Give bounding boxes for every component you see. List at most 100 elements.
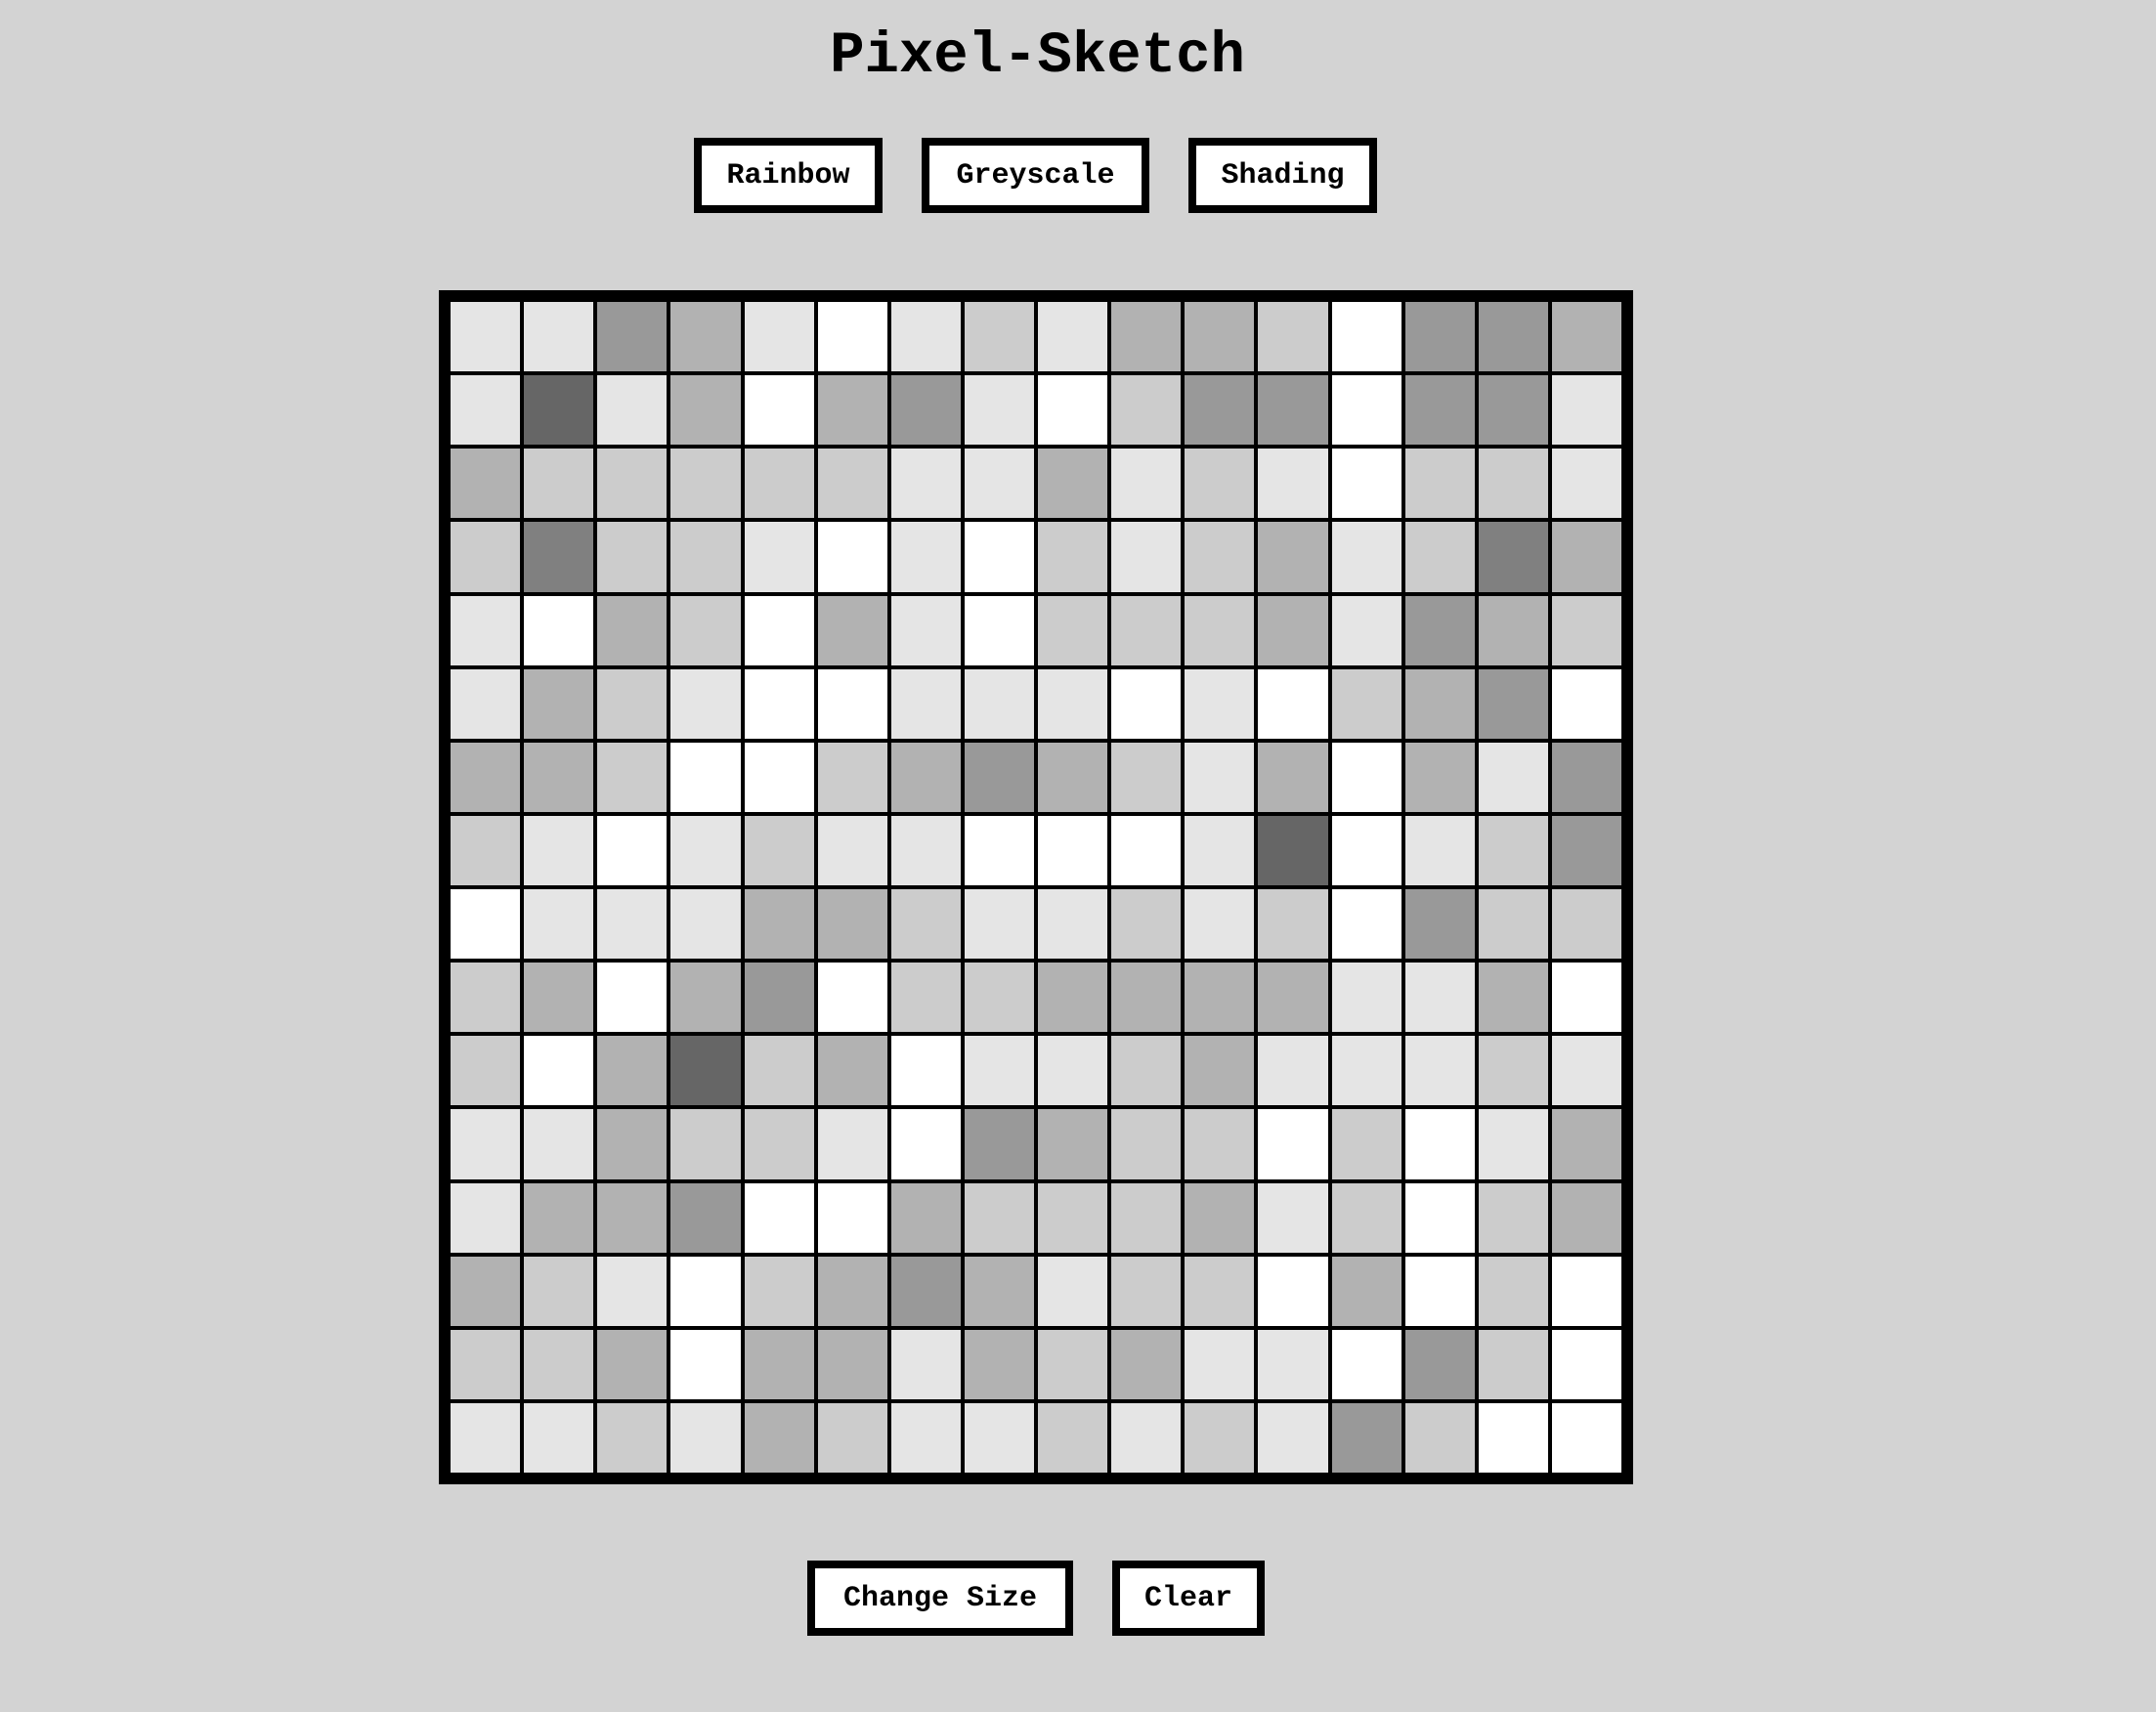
grid-cell[interactable] — [1549, 961, 1623, 1035]
grid-cell[interactable] — [522, 1034, 596, 1108]
grid-cell[interactable] — [1256, 1400, 1330, 1475]
grid-cell[interactable] — [1329, 593, 1403, 667]
grid-cell[interactable] — [962, 1327, 1036, 1401]
grid-cell[interactable] — [1256, 300, 1330, 374]
grid-cell[interactable] — [1476, 813, 1550, 887]
grid-cell[interactable] — [595, 1180, 669, 1255]
grid-cell[interactable] — [815, 300, 889, 374]
grid-cell[interactable] — [1402, 1400, 1477, 1475]
grid-cell[interactable] — [962, 813, 1036, 887]
grid-cell[interactable] — [1476, 1327, 1550, 1401]
grid-cell[interactable] — [668, 813, 743, 887]
grid-cell[interactable] — [1549, 740, 1623, 814]
grid-cell[interactable] — [595, 1400, 669, 1475]
grid-cell[interactable] — [888, 961, 963, 1035]
grid-cell[interactable] — [815, 520, 889, 594]
grid-cell[interactable] — [668, 1180, 743, 1255]
grid-cell[interactable] — [449, 300, 523, 374]
grid-cell[interactable] — [1329, 1400, 1403, 1475]
grid-cell[interactable] — [742, 1107, 816, 1181]
grid-cell[interactable] — [1256, 813, 1330, 887]
grid-cell[interactable] — [962, 373, 1036, 448]
grid-cell[interactable] — [1476, 1180, 1550, 1255]
grid-cell[interactable] — [815, 1327, 889, 1401]
grid-cell[interactable] — [668, 887, 743, 962]
grid-cell[interactable] — [1329, 1107, 1403, 1181]
grid-cell[interactable] — [449, 520, 523, 594]
grid-cell[interactable] — [1036, 1254, 1110, 1328]
grid-cell[interactable] — [888, 373, 963, 448]
sketch-grid[interactable] — [439, 290, 1633, 1484]
grid-cell[interactable] — [1476, 1107, 1550, 1181]
grid-cell[interactable] — [1329, 447, 1403, 521]
grid-cell[interactable] — [1036, 887, 1110, 962]
grid-cell[interactable] — [888, 1107, 963, 1181]
grid-cell[interactable] — [742, 593, 816, 667]
grid-cell[interactable] — [1256, 666, 1330, 741]
grid-cell[interactable] — [522, 1327, 596, 1401]
grid-cell[interactable] — [668, 1327, 743, 1401]
grid-cell[interactable] — [1402, 666, 1477, 741]
grid-cell[interactable] — [1549, 1400, 1623, 1475]
grid-cell[interactable] — [1402, 447, 1477, 521]
rainbow-mode-button[interactable]: Rainbow — [694, 138, 883, 213]
clear-button[interactable]: Clear — [1112, 1561, 1265, 1636]
grid-cell[interactable] — [1109, 593, 1184, 667]
grid-cell[interactable] — [522, 740, 596, 814]
grid-cell[interactable] — [1402, 813, 1477, 887]
grid-cell[interactable] — [522, 1107, 596, 1181]
grid-cell[interactable] — [1036, 813, 1110, 887]
grid-cell[interactable] — [1256, 740, 1330, 814]
grid-cell[interactable] — [888, 300, 963, 374]
grid-cell[interactable] — [1256, 447, 1330, 521]
grid-cell[interactable] — [962, 1107, 1036, 1181]
grid-cell[interactable] — [962, 1180, 1036, 1255]
grid-cell[interactable] — [1183, 1034, 1257, 1108]
grid-cell[interactable] — [1549, 447, 1623, 521]
grid-cell[interactable] — [595, 666, 669, 741]
grid-cell[interactable] — [668, 593, 743, 667]
grid-cell[interactable] — [1402, 300, 1477, 374]
grid-cell[interactable] — [1183, 887, 1257, 962]
grid-cell[interactable] — [1402, 887, 1477, 962]
grid-cell[interactable] — [1549, 1254, 1623, 1328]
grid-cell[interactable] — [1476, 740, 1550, 814]
grid-cell[interactable] — [1036, 1180, 1110, 1255]
grid-cell[interactable] — [1183, 593, 1257, 667]
grid-cell[interactable] — [1476, 1400, 1550, 1475]
grid-cell[interactable] — [1402, 1254, 1477, 1328]
grid-cell[interactable] — [595, 373, 669, 448]
grid-cell[interactable] — [595, 1254, 669, 1328]
grid-cell[interactable] — [595, 1107, 669, 1181]
grid-cell[interactable] — [595, 740, 669, 814]
grid-cell[interactable] — [1402, 520, 1477, 594]
grid-cell[interactable] — [668, 373, 743, 448]
grid-cell[interactable] — [1183, 300, 1257, 374]
grid-cell[interactable] — [668, 447, 743, 521]
grid-cell[interactable] — [1476, 1254, 1550, 1328]
grid-cell[interactable] — [1256, 1327, 1330, 1401]
grid-cell[interactable] — [962, 666, 1036, 741]
grid-cell[interactable] — [742, 300, 816, 374]
greyscale-mode-button[interactable]: Greyscale — [922, 138, 1149, 213]
grid-cell[interactable] — [595, 593, 669, 667]
grid-cell[interactable] — [1329, 740, 1403, 814]
grid-cell[interactable] — [1256, 1254, 1330, 1328]
grid-cell[interactable] — [1256, 1034, 1330, 1108]
grid-cell[interactable] — [1329, 373, 1403, 448]
grid-cell[interactable] — [1183, 447, 1257, 521]
grid-cell[interactable] — [742, 447, 816, 521]
grid-cell[interactable] — [522, 300, 596, 374]
grid-cell[interactable] — [742, 373, 816, 448]
grid-cell[interactable] — [888, 1034, 963, 1108]
grid-cell[interactable] — [1329, 520, 1403, 594]
grid-cell[interactable] — [1329, 1180, 1403, 1255]
grid-cell[interactable] — [668, 666, 743, 741]
grid-cell[interactable] — [815, 1034, 889, 1108]
grid-cell[interactable] — [742, 740, 816, 814]
grid-cell[interactable] — [1036, 666, 1110, 741]
grid-cell[interactable] — [449, 1254, 523, 1328]
grid-cell[interactable] — [1329, 1254, 1403, 1328]
grid-cell[interactable] — [1549, 813, 1623, 887]
grid-cell[interactable] — [1476, 961, 1550, 1035]
